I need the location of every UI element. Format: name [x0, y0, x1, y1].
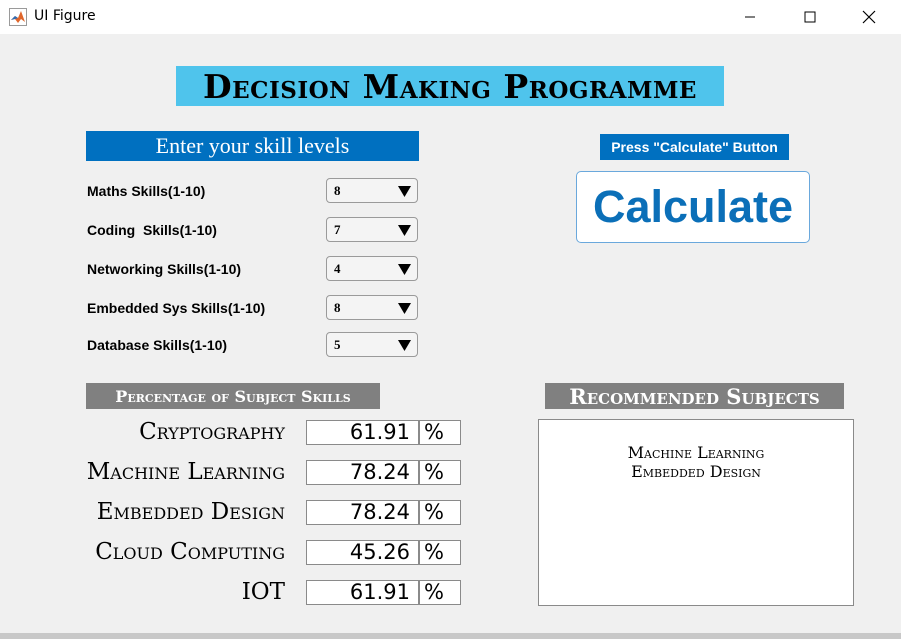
coding-skill-dropdown[interactable]: 7 — [326, 217, 418, 242]
minimize-icon — [745, 16, 755, 18]
maths-skill-dropdown[interactable]: 8 — [326, 178, 418, 203]
embedded-skill-value: 8 — [334, 300, 341, 315]
close-button[interactable] — [846, 0, 892, 34]
cryptography-value-field[interactable]: 61.91 — [306, 420, 419, 445]
machine-learning-value-field[interactable]: 78.24 — [306, 460, 419, 485]
window-bottom-edge — [0, 633, 901, 639]
iot-value-field[interactable]: 61.91 — [306, 580, 419, 605]
recommended-item: Machine Learning — [627, 443, 765, 462]
dropdown-arrow-icon — [398, 303, 411, 314]
coding-skill-label: Coding Skills(1-10) — [87, 222, 217, 238]
window-titlebar: UI Figure — [0, 0, 901, 34]
iot-unit: % — [419, 580, 461, 605]
close-icon — [862, 10, 876, 24]
calculate-hint-header: Press "Calculate" Button — [600, 134, 789, 160]
embedded-skill-label: Embedded Sys Skills(1-10) — [87, 300, 266, 316]
recommended-subjects-textarea[interactable]: Machine Learning Embedded Design — [538, 419, 854, 606]
dropdown-arrow-icon — [398, 225, 411, 236]
cryptography-unit: % — [419, 420, 461, 445]
networking-skill-dropdown[interactable]: 4 — [326, 256, 418, 281]
window-title: UI Figure — [34, 8, 96, 24]
cloud-computing-label: Cloud Computing — [95, 539, 285, 565]
dropdown-arrow-icon — [398, 186, 411, 197]
cryptography-label: Cryptography — [139, 419, 285, 445]
calculate-button[interactable]: Calculate — [576, 171, 810, 243]
page-title: Decision Making Programme — [176, 66, 724, 106]
percentage-header: Percentage of Subject Skills — [86, 383, 380, 409]
minimize-button[interactable] — [727, 0, 773, 34]
maths-skill-label: Maths Skills(1-10) — [87, 183, 206, 199]
networking-skill-value: 4 — [334, 261, 341, 276]
recommended-item: Embedded Design — [631, 462, 761, 481]
embedded-design-unit: % — [419, 500, 461, 525]
maths-skill-value: 8 — [334, 183, 341, 198]
dropdown-arrow-icon — [398, 264, 411, 275]
machine-learning-unit: % — [419, 460, 461, 485]
iot-label: IOT — [241, 579, 285, 605]
maximize-icon — [804, 11, 816, 23]
embedded-skill-dropdown[interactable]: 8 — [326, 295, 418, 320]
cloud-computing-unit: % — [419, 540, 461, 565]
recommended-header: Recommended Subjects — [545, 383, 844, 409]
cloud-computing-value-field[interactable]: 45.26 — [306, 540, 419, 565]
database-skill-label: Database Skills(1-10) — [87, 337, 228, 353]
machine-learning-label: Machine Learning — [86, 459, 285, 485]
networking-skill-label: Networking Skills(1-10) — [87, 261, 242, 277]
dropdown-arrow-icon — [398, 340, 411, 351]
maximize-button[interactable] — [787, 0, 833, 34]
embedded-design-label: Embedded Design — [96, 499, 285, 525]
skills-header: Enter your skill levels — [86, 131, 419, 161]
database-skill-dropdown[interactable]: 5 — [326, 332, 418, 357]
matlab-logo-icon — [9, 8, 27, 26]
database-skill-value: 5 — [334, 337, 341, 352]
embedded-design-value-field[interactable]: 78.24 — [306, 500, 419, 525]
coding-skill-value: 7 — [334, 222, 341, 237]
